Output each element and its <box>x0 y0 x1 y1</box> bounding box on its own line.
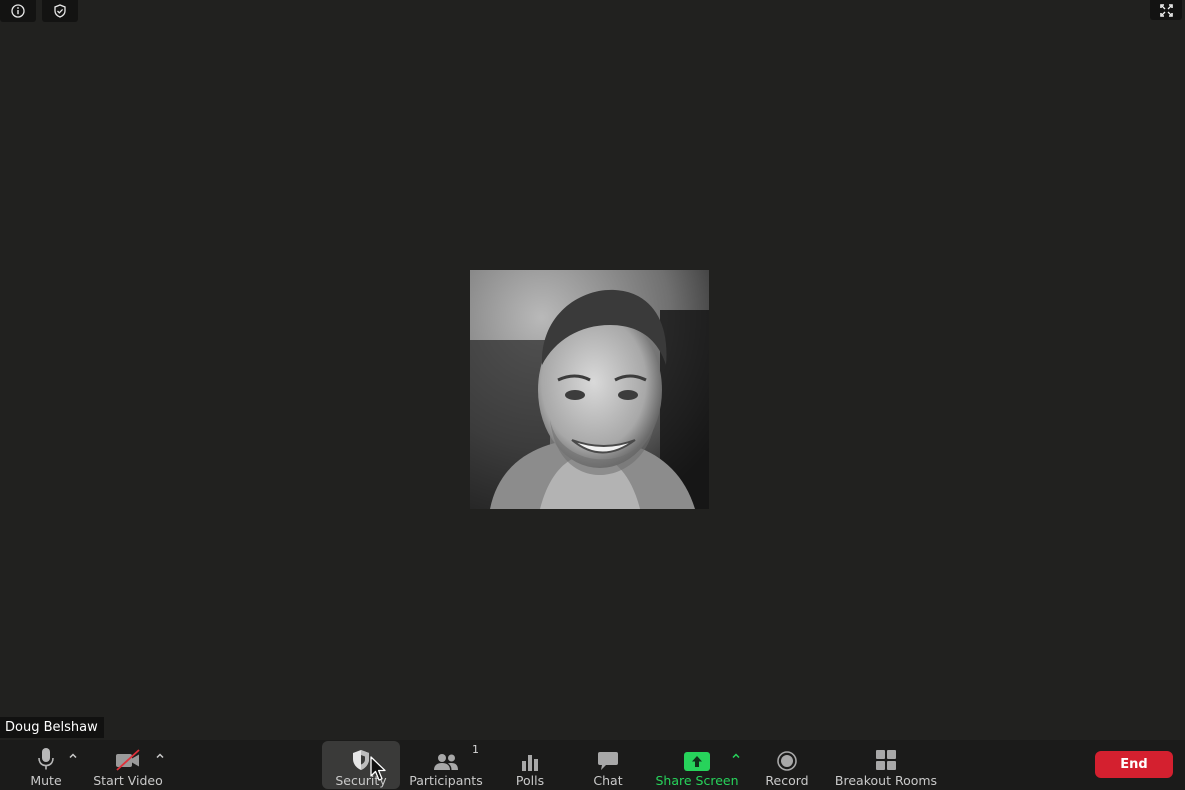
polls-label: Polls <box>515 773 545 788</box>
chevron-up-icon <box>156 752 164 758</box>
meeting-toolbar: Mute Start Video Security Participants 1… <box>0 740 1185 790</box>
mute-label: Mute <box>30 773 62 788</box>
participant-avatar <box>470 270 709 509</box>
chat-bubble-icon <box>598 752 618 770</box>
shield-icon <box>353 750 369 770</box>
video-options-caret[interactable] <box>153 748 167 762</box>
start-video-label: Start Video <box>93 773 163 788</box>
fullscreen-button[interactable] <box>1150 0 1182 20</box>
fullscreen-icon <box>1159 3 1173 17</box>
shield-check-icon <box>54 4 66 18</box>
polls-button[interactable]: Polls <box>506 741 554 789</box>
record-label: Record <box>765 773 809 788</box>
participant-name-tag: Doug Belshaw <box>0 717 104 738</box>
share-screen-icon <box>684 752 710 771</box>
share-screen-label: Share Screen <box>655 773 739 788</box>
record-icon <box>777 751 797 771</box>
info-button[interactable] <box>0 0 36 22</box>
share-screen-button[interactable]: Share Screen <box>655 741 739 789</box>
participants-count: 1 <box>472 743 479 756</box>
encryption-button[interactable] <box>42 0 78 22</box>
security-button[interactable]: Security <box>322 741 400 789</box>
share-options-caret[interactable] <box>729 748 743 762</box>
participants-label: Participants <box>409 773 483 788</box>
video-off-icon <box>116 749 140 771</box>
bar-chart-icon <box>522 755 538 771</box>
chat-button[interactable]: Chat <box>588 741 628 789</box>
chevron-up-icon <box>732 752 740 758</box>
end-meeting-button[interactable]: End <box>1095 751 1173 778</box>
grid-icon <box>876 750 896 770</box>
people-icon <box>434 754 458 770</box>
microphone-icon <box>38 748 54 770</box>
mouse-cursor-icon <box>370 756 386 781</box>
chevron-up-icon <box>69 752 77 758</box>
breakout-rooms-button[interactable]: Breakout Rooms <box>834 741 938 789</box>
mute-button[interactable]: Mute <box>26 741 66 789</box>
chat-label: Chat <box>593 773 623 788</box>
info-icon <box>11 4 25 18</box>
record-button[interactable]: Record <box>763 741 811 789</box>
audio-options-caret[interactable] <box>66 748 80 762</box>
breakout-rooms-label: Breakout Rooms <box>834 773 938 788</box>
